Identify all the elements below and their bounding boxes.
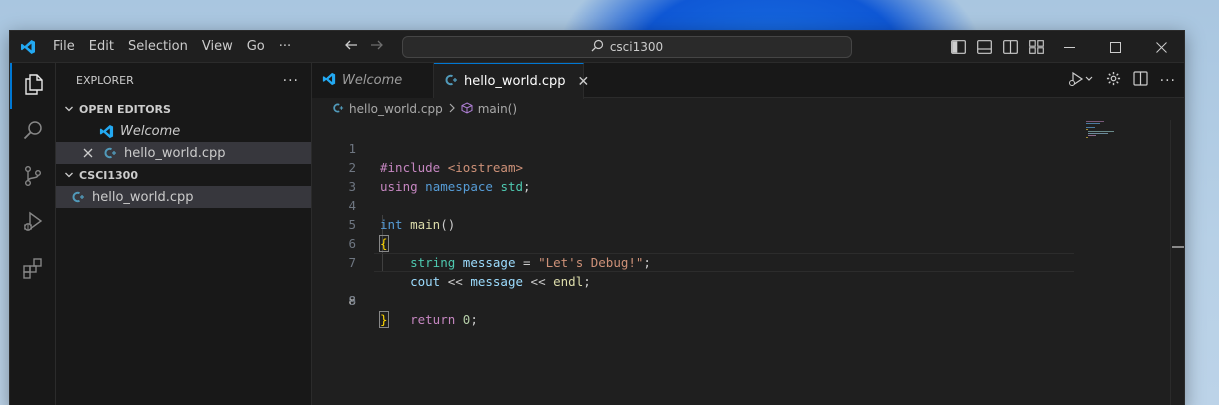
current-line-highlight xyxy=(374,253,1074,272)
sidebar-more-actions-button[interactable]: ··· xyxy=(283,73,299,89)
sidebar-title: EXPLORER xyxy=(76,74,134,87)
menu-bar: File Edit Selection View Go ··· xyxy=(46,31,298,63)
tab-label: hello_world.cpp xyxy=(464,74,566,89)
activity-bar xyxy=(10,63,56,405)
code-line: 6 string message = "Let's Debug!"; xyxy=(312,215,1184,270)
menu-more-button[interactable]: ··· xyxy=(272,31,298,63)
open-editors-section-header[interactable]: OPEN EDITORS xyxy=(56,98,311,120)
source-control-icon xyxy=(21,164,45,192)
breadcrumb-file[interactable]: hello_world.cpp xyxy=(349,102,443,116)
search-icon xyxy=(21,118,45,146)
close-icon[interactable] xyxy=(80,145,96,161)
back-arrow-icon[interactable] xyxy=(344,38,358,56)
forward-arrow-icon[interactable] xyxy=(370,38,384,56)
cpp-file-icon xyxy=(102,145,118,161)
code-line: 9 } xyxy=(312,272,1184,328)
menu-go[interactable]: Go xyxy=(240,31,272,63)
scrollbar-cursor-marker xyxy=(1172,246,1184,248)
command-center-search[interactable]: csci1300 xyxy=(402,36,852,58)
customize-layout-icon[interactable] xyxy=(1028,39,1045,56)
code-line: 3 xyxy=(312,158,1184,194)
toggle-primary-sidebar-icon[interactable] xyxy=(950,39,967,56)
activity-explorer[interactable] xyxy=(10,63,56,109)
code-text: } xyxy=(379,311,389,328)
close-window-icon[interactable] xyxy=(1138,31,1184,63)
vscode-logo-icon xyxy=(10,31,46,63)
window-controls xyxy=(1046,31,1184,63)
code-line: 7 cout << message << endl; xyxy=(312,234,1184,289)
chevron-right-icon xyxy=(448,102,456,116)
code-line: 5 { xyxy=(312,196,1184,252)
file-label: hello_world.cpp xyxy=(92,189,194,205)
folder-label: CSCI1300 xyxy=(79,168,138,182)
vscode-logo-icon xyxy=(98,123,114,139)
layout-controls xyxy=(950,31,1045,63)
close-tab-icon[interactable]: ✕ xyxy=(578,74,590,90)
line-number: 9 xyxy=(348,293,356,308)
menu-file[interactable]: File xyxy=(46,31,82,63)
tab-hello-world[interactable]: hello_world.cpp ✕ xyxy=(434,63,589,99)
vscode-logo-icon xyxy=(322,72,336,90)
run-debug-icon xyxy=(21,210,45,238)
open-editors-label: OPEN EDITORS xyxy=(79,102,171,116)
maximize-icon[interactable] xyxy=(1092,31,1138,63)
menu-view[interactable]: View xyxy=(195,31,240,63)
command-center-label: csci1300 xyxy=(609,40,664,54)
minimize-icon[interactable] xyxy=(1046,31,1092,63)
vscode-window: File Edit Selection View Go ··· csci1300 xyxy=(9,30,1185,405)
activity-search[interactable] xyxy=(10,109,56,155)
split-editor-icon[interactable] xyxy=(1133,71,1148,90)
cube-symbol-icon xyxy=(461,101,473,117)
extensions-icon xyxy=(21,256,45,284)
code-line: 2 using namespace std; xyxy=(312,139,1184,194)
folder-section-header[interactable]: CSCI1300 xyxy=(56,164,311,186)
editor-actions: ··· xyxy=(1068,63,1176,98)
explorer-sidebar: EXPLORER ··· OPEN EDITORS Welcome hello_… xyxy=(56,63,312,405)
open-editor-label: hello_world.cpp xyxy=(124,145,226,161)
open-editor-label: Welcome xyxy=(120,123,181,139)
cpp-file-icon xyxy=(70,189,86,205)
editor-area: Welcome hello_world.cpp ✕ ··· hello_worl… xyxy=(312,63,1184,405)
breadcrumb: hello_world.cpp main() xyxy=(312,98,1184,120)
file-item-hello-world[interactable]: hello_world.cpp xyxy=(56,186,311,208)
cpp-file-icon xyxy=(332,102,344,117)
code-line: 4 int main() xyxy=(312,177,1184,232)
activity-run-debug[interactable] xyxy=(10,201,56,247)
open-editor-item-welcome[interactable]: Welcome xyxy=(56,120,311,142)
activity-source-control[interactable] xyxy=(10,155,56,201)
cpp-file-icon xyxy=(444,73,458,91)
gear-icon[interactable] xyxy=(1106,71,1121,90)
search-icon xyxy=(591,39,604,55)
minimap[interactable] xyxy=(1086,120,1136,142)
code-line-current: 8 return 0; xyxy=(312,253,1184,327)
tab-bar: Welcome hello_world.cpp ✕ ··· xyxy=(312,63,1184,99)
menu-selection[interactable]: Selection xyxy=(121,31,195,63)
navigation-controls xyxy=(344,31,384,63)
activity-extensions[interactable] xyxy=(10,247,56,293)
title-bar: File Edit Selection View Go ··· csci1300 xyxy=(10,31,1184,63)
vertical-scrollbar[interactable] xyxy=(1170,120,1184,405)
files-icon xyxy=(22,72,46,100)
chevron-down-icon xyxy=(62,102,76,116)
breadcrumb-symbol[interactable]: main() xyxy=(478,102,517,116)
tab-welcome[interactable]: Welcome xyxy=(312,63,434,98)
sidebar-header: EXPLORER ··· xyxy=(56,63,311,98)
open-editor-item-hello-world[interactable]: hello_world.cpp xyxy=(56,142,311,164)
code-editor[interactable]: 1 #include <iostream> 2 using namespace … xyxy=(312,120,1184,405)
code-line: 1 #include <iostream> xyxy=(312,120,1184,175)
more-actions-icon[interactable]: ··· xyxy=(1160,73,1176,89)
menu-edit[interactable]: Edit xyxy=(82,31,121,63)
tab-label: Welcome xyxy=(342,73,403,88)
toggle-panel-icon[interactable] xyxy=(976,39,993,56)
code-text: return 0; xyxy=(410,312,478,327)
run-debug-dropdown-icon[interactable] xyxy=(1068,71,1094,91)
toggle-secondary-sidebar-icon[interactable] xyxy=(1002,39,1019,56)
chevron-down-icon xyxy=(62,168,76,182)
